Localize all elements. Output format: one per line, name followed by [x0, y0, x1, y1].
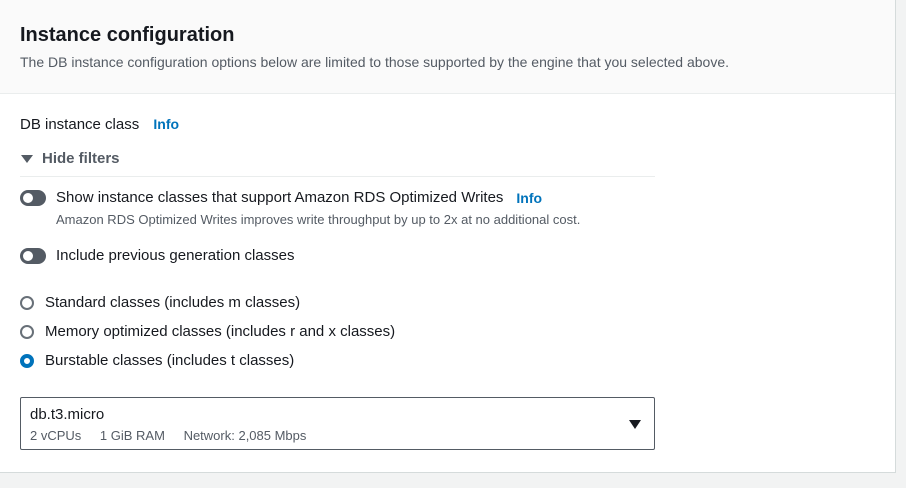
dropdown-caret-icon [629, 420, 641, 429]
db-instance-class-label: DB instance class [20, 116, 140, 133]
radio-label: Memory optimized classes (includes r and… [45, 323, 396, 340]
db-instance-class-info-link[interactable]: Info [153, 116, 179, 132]
hide-filters-label: Hide filters [42, 150, 120, 167]
ram-spec: 1 GiB RAM [99, 428, 165, 443]
optimized-writes-description: Amazon RDS Optimized Writes improves wri… [56, 212, 581, 227]
filters-divider [20, 176, 655, 177]
previous-generation-label: Include previous generation classes [56, 247, 295, 264]
radio-label: Burstable classes (includes t classes) [45, 352, 295, 369]
panel-title: Instance configuration [20, 24, 235, 46]
optimized-writes-info-link[interactable]: Info [516, 188, 542, 208]
panel-header: Instance configuration The DB instance c… [0, 0, 895, 94]
panel-description: The DB instance configuration options be… [20, 54, 730, 70]
optimized-writes-label: Show instance classes that support Amazo… [56, 189, 504, 206]
radio-button-selected[interactable] [20, 354, 34, 368]
optimized-writes-filter: Show instance classes that support Amazo… [20, 188, 580, 229]
vcpu-spec: 2 vCPUs [30, 428, 82, 443]
hide-filters-toggle[interactable]: Hide filters [20, 149, 120, 169]
radio-burstable-classes[interactable]: Burstable classes (includes t classes) [20, 351, 294, 371]
radio-button[interactable] [20, 296, 34, 310]
radio-memory-optimized-classes[interactable]: Memory optimized classes (includes r and… [20, 322, 395, 342]
radio-button[interactable] [20, 325, 34, 339]
instance-class-specs: 2 vCPUs 1 GiB RAM Network: 2,085 Mbps [30, 428, 321, 444]
toggle-knob [23, 251, 33, 261]
optimized-writes-row: Show instance classes that support Amazo… [20, 188, 580, 208]
previous-generation-toggle[interactable] [20, 248, 46, 264]
db-instance-class-label-row: DB instance class Info [20, 114, 179, 135]
previous-generation-filter: Include previous generation classes [20, 246, 294, 266]
network-spec: Network: 2,085 Mbps [183, 428, 307, 443]
previous-generation-row: Include previous generation classes [20, 246, 294, 266]
instance-configuration-panel: Instance configuration The DB instance c… [0, 0, 896, 473]
radio-label: Standard classes (includes m classes) [45, 294, 301, 311]
optimized-writes-toggle[interactable] [20, 190, 46, 206]
caret-down-icon [21, 155, 33, 163]
radio-standard-classes[interactable]: Standard classes (includes m classes) [20, 293, 300, 313]
instance-class-select[interactable]: db.t3.micro 2 vCPUs 1 GiB RAM Network: 2… [20, 397, 655, 450]
toggle-knob [23, 193, 33, 203]
selected-instance-class: db.t3.micro [30, 406, 105, 423]
